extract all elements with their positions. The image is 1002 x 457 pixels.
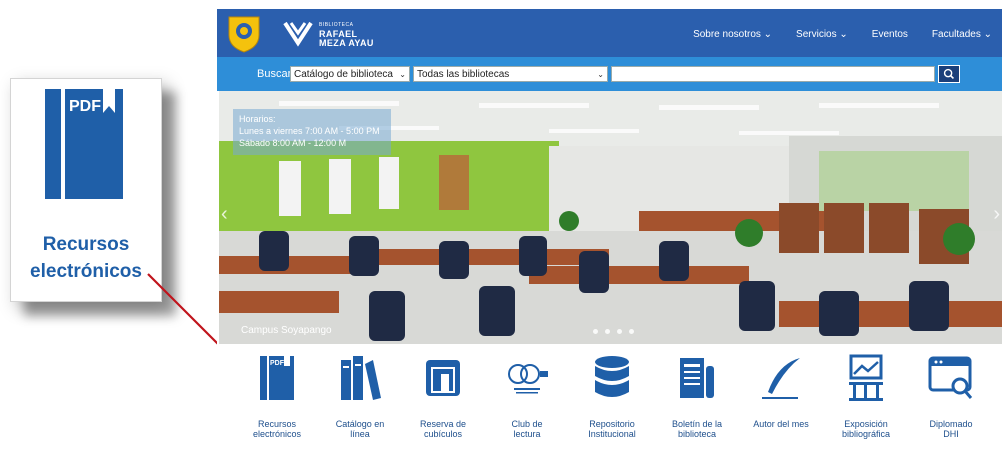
slider-next-icon[interactable]: › — [993, 203, 1000, 226]
search-bar: Buscar Catálogo de biblioteca ⌄ Todas la… — [217, 57, 1002, 91]
hours-weekday: Lunes a viernes 7:00 AM - 5:00 PM — [239, 126, 380, 136]
room-icon — [426, 360, 460, 396]
menu-servicios[interactable]: Servicios ⌄ — [796, 29, 848, 40]
catalog-select-value: Catálogo de biblioteca — [294, 69, 393, 80]
top-navbar: BIBLIOTECA RAFAEL MEZA AYAU Sobre nosotr… — [217, 9, 1002, 57]
web-search-icon — [928, 356, 973, 399]
pdf-badge: PDF — [270, 360, 285, 367]
slide-dot[interactable] — [605, 329, 610, 334]
service-label: Club de lectura — [511, 419, 543, 439]
books-icon — [341, 356, 381, 400]
service-label: Autor del mes — [753, 419, 809, 429]
library-select[interactable]: Todas las bibliotecas ⌄ — [413, 66, 608, 82]
service-label: Exposición bibliográfica — [841, 419, 891, 439]
callout-label: Recursos electrónicos — [30, 234, 142, 282]
slide-dot[interactable] — [593, 329, 598, 334]
hours-saturday: Sábado 8:00 AM - 12:00 M — [239, 138, 347, 148]
slide-dot[interactable] — [629, 329, 634, 334]
menu-facultades[interactable]: Facultades ⌄ — [932, 29, 992, 40]
slider-prev-icon[interactable]: ‹ — [221, 203, 228, 226]
service-catalogo-en-linea[interactable]: Catálogo en línea — [320, 354, 400, 439]
library-select-value: Todas las bibliotecas — [417, 69, 510, 80]
university-shield-logo[interactable] — [227, 13, 261, 53]
search-button[interactable] — [938, 65, 960, 83]
newsletter-icon — [680, 358, 714, 398]
menu-eventos[interactable]: Eventos — [872, 29, 908, 40]
chevron-down-icon: ⌄ — [399, 70, 406, 79]
exhibit-icon — [849, 354, 883, 401]
services-row: PDF Recursos electrónicos Catálogo en lí… — [217, 354, 1002, 457]
service-repositorio-institucional[interactable]: Repositorio Institucional — [572, 354, 652, 439]
service-label: Recursos electrónicos — [252, 419, 302, 439]
service-club-de-lectura[interactable]: Club de lectura — [487, 354, 567, 439]
slide-caption: Campus Soyapango — [241, 325, 332, 336]
pdf-book-icon: PDF — [45, 89, 123, 199]
service-label: Diplomado DHI — [929, 419, 973, 439]
library-logo-text[interactable]: BIBLIOTECA RAFAEL MEZA AYAU — [319, 21, 374, 48]
catalog-select[interactable]: Catálogo de biblioteca ⌄ — [290, 66, 410, 82]
service-diplomado-dhi[interactable]: Diplomado DHI — [911, 354, 991, 439]
zoomed-callout: PDF Recursos electrónicos — [10, 78, 162, 302]
service-label: Reserva de cubículos — [419, 419, 467, 439]
logo-line2: MEZA AYAU — [319, 38, 374, 48]
opening-hours-box: Horarios: Lunes a viernes 7:00 AM - 5:00… — [233, 109, 391, 155]
slide-dot[interactable] — [617, 329, 622, 334]
chevron-down-icon: ⌄ — [597, 70, 604, 79]
service-exposicion-bibliografica[interactable]: Exposición bibliográfica — [826, 354, 906, 439]
service-autor-del-mes[interactable]: Autor del mes — [741, 354, 821, 429]
hero-slider[interactable]: Horarios: Lunes a viernes 7:00 AM - 5:00… — [219, 91, 1002, 344]
pdf-book-icon: PDF — [260, 356, 294, 400]
search-icon — [943, 68, 955, 80]
library-mark-icon — [283, 21, 313, 47]
search-label: Buscar — [257, 68, 292, 80]
menu-sobre-nosotros[interactable]: Sobre nosotros ⌄ — [693, 29, 772, 40]
service-label: Boletín de la biblioteca — [671, 419, 723, 439]
service-boletin-biblioteca[interactable]: Boletín de la biblioteca — [657, 354, 737, 439]
quill-icon — [762, 358, 800, 399]
library-website: BIBLIOTECA RAFAEL MEZA AYAU Sobre nosotr… — [217, 9, 1002, 457]
pdf-badge: PDF — [69, 98, 101, 115]
service-label: Repositorio Institucional — [588, 419, 636, 439]
service-label: Catálogo en línea — [335, 419, 385, 439]
search-input[interactable] — [611, 66, 935, 82]
slider-dots — [593, 329, 634, 334]
service-recursos-electronicos[interactable]: PDF Recursos electrónicos — [237, 354, 317, 439]
database-icon — [595, 356, 629, 397]
hours-title: Horarios: — [239, 114, 276, 124]
main-menu: Sobre nosotros ⌄ Servicios ⌄ Eventos Fac… — [693, 29, 992, 40]
service-reserva-cubiculos[interactable]: Reserva de cubículos — [403, 354, 483, 439]
club-logo-icon — [508, 364, 548, 394]
